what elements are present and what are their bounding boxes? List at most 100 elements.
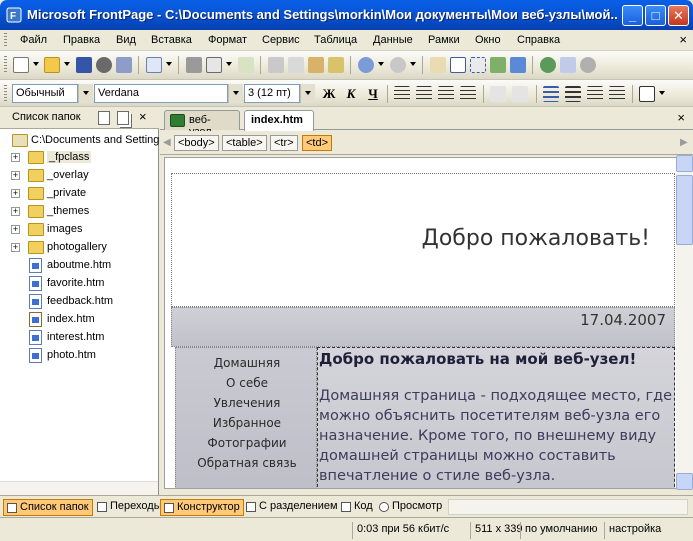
toggle-pane-icon[interactable] <box>146 57 162 73</box>
tree-item[interactable]: + photogallery <box>0 239 159 257</box>
maximize-button[interactable]: □ <box>645 5 666 26</box>
nav-interests[interactable]: Увлечения <box>176 396 318 410</box>
tag-tr[interactable]: <tr> <box>270 135 298 151</box>
align-right-icon[interactable] <box>438 86 454 102</box>
scroll-down-icon[interactable] <box>676 473 693 490</box>
style-dropdown-icon[interactable] <box>78 84 93 103</box>
decrease-indent-icon[interactable] <box>587 86 603 102</box>
increase-indent-icon[interactable] <box>609 86 625 102</box>
tree-item[interactable]: + _themes <box>0 203 159 221</box>
preview-dropdown-icon[interactable] <box>226 62 232 66</box>
size-dropdown-icon[interactable] <box>300 84 315 103</box>
decrease-font-icon[interactable] <box>512 86 528 102</box>
spelling-icon[interactable] <box>238 57 254 73</box>
layout-table-icon[interactable] <box>470 57 486 73</box>
borders-icon[interactable] <box>639 86 655 102</box>
stop-icon[interactable] <box>580 57 596 73</box>
redo-dropdown-icon[interactable] <box>410 62 416 66</box>
format-painter-icon[interactable] <box>328 57 344 73</box>
tag-body[interactable]: <body> <box>174 135 219 151</box>
save-icon[interactable] <box>76 57 92 73</box>
design-canvas[interactable]: Добро пожаловать! 17.04.2007 Домашняя О … <box>164 157 679 489</box>
navigation-cell[interactable]: Домашняя О себе Увлечения Избранное Фото… <box>175 347 318 488</box>
document-close-icon[interactable]: × <box>679 32 687 47</box>
tree-item[interactable]: feedback.htm <box>0 293 159 311</box>
menu-help[interactable]: Справка <box>517 34 560 46</box>
tab-index-htm[interactable]: index.htm <box>244 110 314 131</box>
scroll-thumb[interactable] <box>676 175 693 245</box>
open-folder-icon[interactable] <box>44 57 60 73</box>
tree-item[interactable]: interest.htm <box>0 329 159 347</box>
tag-scroll-right-icon[interactable]: ▶ <box>680 137 688 148</box>
bullets-icon[interactable] <box>565 86 581 102</box>
tree-item[interactable]: aboutme.htm <box>0 257 159 275</box>
view-split[interactable]: С разделением <box>243 499 341 516</box>
align-left-icon[interactable] <box>394 86 410 102</box>
font-dropdown-icon[interactable] <box>228 84 243 103</box>
tab-website[interactable]: веб-узел <box>164 110 240 138</box>
expand-icon[interactable]: + <box>11 189 20 198</box>
horizontal-scrollbar[interactable] <box>448 499 688 515</box>
nav-home[interactable]: Домашняя <box>176 356 318 370</box>
font-size-select[interactable]: 3 (12 пт) <box>244 84 300 103</box>
nav-photos[interactable]: Фотографии <box>176 436 318 450</box>
hyperlink-icon[interactable] <box>540 57 556 73</box>
search-icon[interactable] <box>96 57 112 73</box>
italic-button[interactable]: К <box>342 85 360 103</box>
copy-page-icon[interactable] <box>117 111 129 125</box>
tree-item[interactable]: + images <box>0 221 159 239</box>
menu-format[interactable]: Формат <box>208 34 247 46</box>
tag-scroll-left-icon[interactable]: ◀ <box>163 137 171 148</box>
view-preview[interactable]: Просмотр <box>376 499 445 516</box>
vertical-scrollbar[interactable] <box>676 155 693 490</box>
new-dropdown-icon[interactable] <box>33 62 39 66</box>
undo-icon[interactable] <box>358 57 374 73</box>
font-select[interactable]: Verdana <box>94 84 228 103</box>
content-cell[interactable]: Добро пожаловать на мой веб-узел! Домашн… <box>317 347 675 488</box>
expand-icon[interactable]: + <box>11 153 20 162</box>
numbering-icon[interactable] <box>543 86 559 102</box>
new-folder-icon[interactable] <box>98 111 110 125</box>
align-center-icon[interactable] <box>416 86 432 102</box>
preview-icon[interactable] <box>206 57 222 73</box>
tree-item[interactable]: + _private <box>0 185 159 203</box>
nav-about[interactable]: О себе <box>176 376 318 390</box>
tree-item[interactable]: index.htm <box>0 311 159 329</box>
folder-list-close-icon[interactable]: × <box>139 109 147 124</box>
minimize-button[interactable]: _ <box>622 5 643 26</box>
expand-icon[interactable]: + <box>11 171 20 180</box>
expand-icon[interactable]: + <box>11 243 20 252</box>
menu-view[interactable]: Вид <box>116 34 136 46</box>
insert-table-icon[interactable] <box>450 57 466 73</box>
borders-dropdown-icon[interactable] <box>659 91 665 95</box>
expand-icon[interactable]: + <box>11 225 20 234</box>
undo-dropdown-icon[interactable] <box>378 62 384 66</box>
insert-layer-icon[interactable] <box>430 57 446 73</box>
page-banner[interactable]: Добро пожаловать! <box>171 173 675 307</box>
folder-list-scrollbar[interactable] <box>0 481 158 495</box>
toolbar-grip[interactable] <box>4 56 7 73</box>
menu-data[interactable]: Данные <box>373 34 413 46</box>
menu-window[interactable]: Окно <box>475 34 501 46</box>
cut-icon[interactable] <box>268 57 284 73</box>
nav-favorites[interactable]: Избранное <box>176 416 318 430</box>
scroll-up-icon[interactable] <box>676 155 693 172</box>
menu-grip[interactable] <box>4 33 7 48</box>
view-design[interactable]: Конструктор <box>160 499 244 516</box>
publish-icon[interactable] <box>116 57 132 73</box>
new-page-icon[interactable] <box>13 57 29 73</box>
tag-table[interactable]: <table> <box>222 135 267 151</box>
menu-edit[interactable]: Правка <box>63 34 100 46</box>
bold-button[interactable]: Ж <box>320 85 338 103</box>
web-component-icon[interactable] <box>510 57 526 73</box>
menu-frames[interactable]: Рамки <box>428 34 460 46</box>
tree-item[interactable]: + _overlay <box>0 167 159 185</box>
tree-item[interactable]: favorite.htm <box>0 275 159 293</box>
increase-font-icon[interactable] <box>490 86 506 102</box>
close-button[interactable]: ✕ <box>668 5 689 26</box>
tree-item[interactable]: + _fpclass <box>0 149 159 167</box>
pane-dropdown-icon[interactable] <box>166 62 172 66</box>
insert-picture-icon[interactable] <box>490 57 506 73</box>
underline-button[interactable]: Ч <box>364 85 382 103</box>
view-folder-list[interactable]: Список папок <box>3 499 93 516</box>
